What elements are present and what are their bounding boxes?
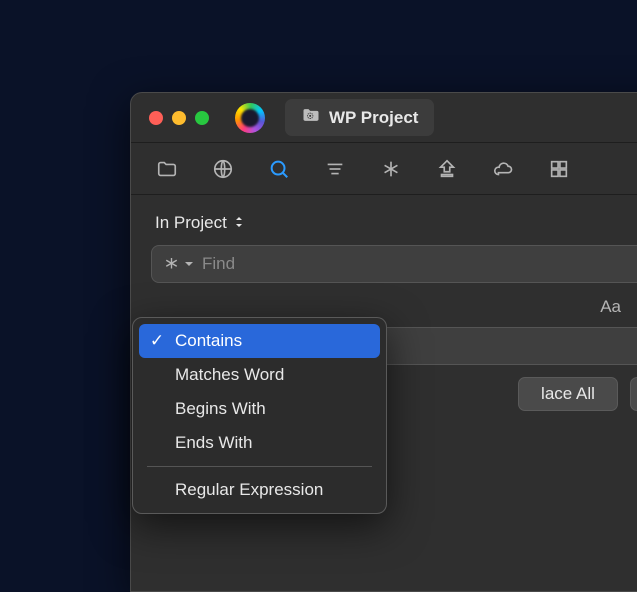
menu-item-label: Regular Expression [175, 480, 323, 500]
align-icon[interactable] [323, 157, 347, 181]
match-mode-menu: ✓ Contains Matches Word Begins With Ends… [132, 317, 387, 514]
zoom-window-button[interactable] [195, 111, 209, 125]
menu-item-label: Matches Word [175, 365, 284, 385]
search-scope-label: In Project [155, 213, 227, 233]
window-controls [149, 111, 209, 125]
replace-all-button[interactable]: lace All [518, 377, 618, 411]
asterisk-icon[interactable] [379, 157, 403, 181]
find-field-container [151, 245, 637, 283]
check-icon: ✓ [149, 331, 165, 351]
publish-icon[interactable] [435, 157, 459, 181]
menu-item-ends-with[interactable]: Ends With [139, 426, 380, 460]
menu-separator [147, 466, 372, 467]
folder-icon[interactable] [155, 157, 179, 181]
find-input[interactable] [202, 254, 637, 274]
close-window-button[interactable] [149, 111, 163, 125]
gear-folder-icon [301, 105, 321, 130]
menu-item-matches-word[interactable]: Matches Word [139, 358, 380, 392]
cloud-icon[interactable] [491, 157, 515, 181]
project-tab[interactable]: WP Project [285, 99, 434, 136]
search-scope-selector[interactable]: In Project [155, 213, 637, 233]
menu-item-label: Contains [175, 331, 242, 351]
titlebar: WP Project [131, 93, 637, 143]
search-icon[interactable] [267, 157, 291, 181]
app-logo-icon [235, 103, 265, 133]
find-button[interactable]: Find [630, 377, 637, 411]
menu-item-label: Ends With [175, 433, 252, 453]
minimize-window-button[interactable] [172, 111, 186, 125]
menu-item-begins-with[interactable]: Begins With [139, 392, 380, 426]
menu-item-contains[interactable]: ✓ Contains [139, 324, 380, 358]
match-mode-button[interactable] [164, 255, 194, 273]
grid-icon[interactable] [547, 157, 571, 181]
globe-icon[interactable] [211, 157, 235, 181]
menu-item-label: Begins With [175, 399, 266, 419]
menu-item-regex[interactable]: Regular Expression [139, 473, 380, 507]
case-sensitive-toggle[interactable]: Aa [600, 297, 621, 317]
toolbar [131, 143, 637, 195]
project-tab-label: WP Project [329, 108, 418, 128]
chevron-up-down-icon [233, 213, 245, 233]
